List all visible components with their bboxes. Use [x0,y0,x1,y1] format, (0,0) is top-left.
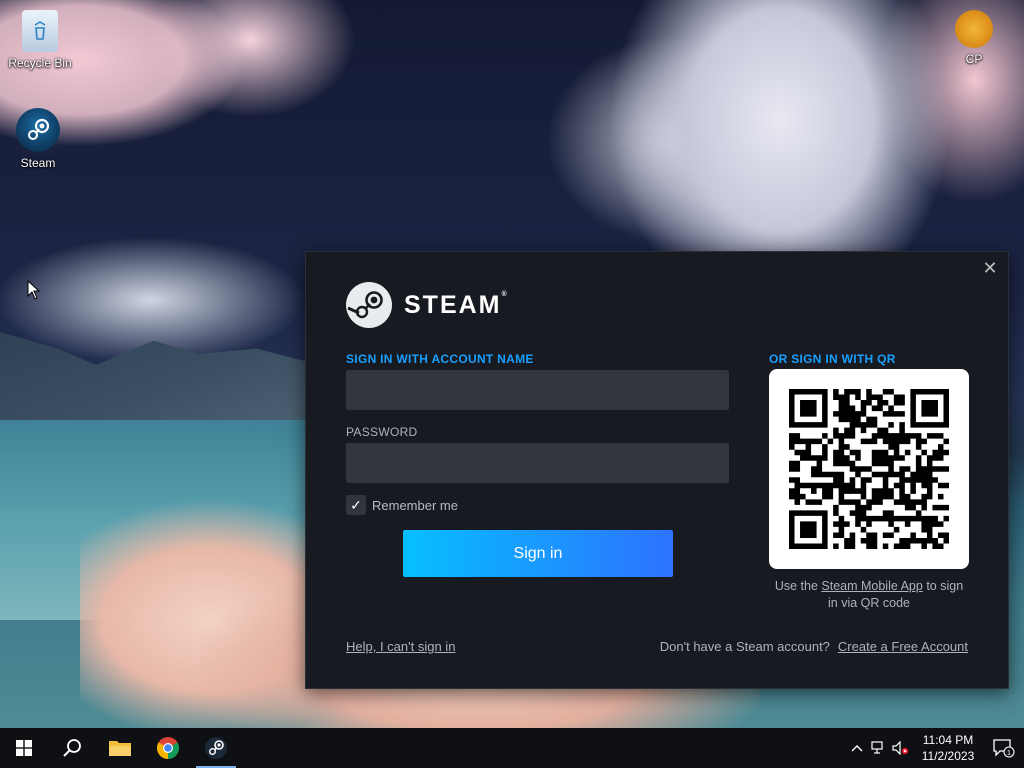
qr-code-image [789,389,949,549]
network-button[interactable] [868,728,890,768]
close-icon: ✕ [982,257,998,278]
file-explorer-button[interactable] [96,728,144,768]
steam-taskbar-button[interactable] [192,728,240,768]
volume-muted-icon [892,741,909,755]
taskbar: 11:04 PM 11/2/2023 1 [0,728,1024,768]
steam-logo-icon [346,282,392,328]
close-button[interactable]: ✕ [980,258,1000,278]
steam-icon [205,737,227,759]
no-account-text: Don't have a Steam account? [659,639,830,654]
search-button[interactable] [48,728,96,768]
steam-signin-dialog: ✕ STEAM® SIGN IN WITH ACCOUNT NAME PASSW… [305,251,1009,689]
chevron-up-icon [851,745,863,752]
system-tray: 11:04 PM 11/2/2023 1 [846,728,1024,768]
steam-wordmark: STEAM® [404,290,509,319]
start-button[interactable] [0,728,48,768]
chrome-button[interactable] [144,728,192,768]
create-account-link[interactable]: Create a Free Account [838,639,968,654]
steam-brand: STEAM® [346,282,509,328]
show-hidden-icons-button[interactable] [846,728,868,768]
qr-caption: Use the Steam Mobile App to sign in via … [774,579,964,610]
volume-button[interactable] [890,728,912,768]
action-center-button[interactable]: 1 [984,728,1024,768]
no-account-row: Don't have a Steam account? Create a Free… [660,639,968,654]
clock-date: 11/2/2023 [921,749,975,763]
file-explorer-icon [109,741,131,756]
desktop-icon-cp[interactable]: CP [936,10,1012,66]
start-icon [16,740,32,756]
desktop-icon-label: CP [965,52,983,66]
remember-me-checkbox[interactable]: ✓ Remember me [346,495,458,515]
qr-modules [789,389,949,549]
cp-icon [955,10,993,48]
steam-mobile-app-link[interactable]: Steam Mobile App [821,579,922,593]
steam-icon [16,108,60,152]
desktop-icon-recycle-bin[interactable]: Recycle Bin [2,10,78,70]
taskbar-clock[interactable]: 11:04 PM 11/2/2023 [912,732,984,764]
search-icon [63,739,81,757]
qr-code [769,369,969,569]
password-label: PASSWORD [346,425,418,439]
wallpaper-character [610,0,950,260]
notification-icon: 1 [993,739,1015,758]
remember-me-label: Remember me [372,497,458,513]
account-name-label: SIGN IN WITH ACCOUNT NAME [346,352,534,366]
desktop-icon-label: Steam [20,156,56,170]
password-input[interactable] [346,443,729,483]
desktop-icon-label: Recycle Bin [8,56,72,70]
sign-in-button[interactable]: Sign in [403,530,673,577]
account-name-input[interactable] [346,370,729,410]
qr-signin-label: OR SIGN IN WITH QR [769,352,896,366]
help-cant-sign-in-link[interactable]: Help, I can't sign in [346,639,455,654]
notification-count: 1 [1007,750,1011,757]
recycle-bin-icon [22,10,58,52]
clock-time: 11:04 PM [922,733,974,747]
network-icon [871,741,883,754]
chrome-icon [157,737,179,759]
wallpaper-mountains [0,332,320,420]
desktop-icon-steam[interactable]: Steam [0,108,76,170]
checkmark-icon: ✓ [346,495,366,515]
